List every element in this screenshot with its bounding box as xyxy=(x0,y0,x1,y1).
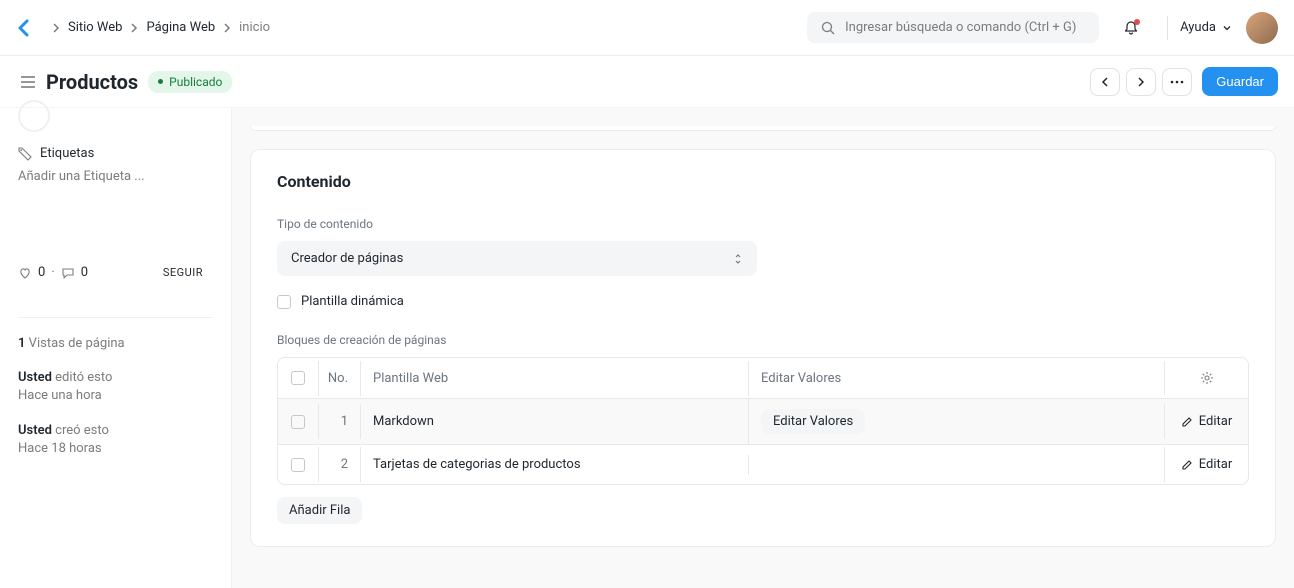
search-placeholder: Ingresar búsqueda o comando (Ctrl + G) xyxy=(845,20,1076,35)
gear-icon xyxy=(1200,371,1214,385)
edit-row-button[interactable]: Editar xyxy=(1164,447,1248,482)
save-button[interactable]: Guardar xyxy=(1202,67,1278,96)
breadcrumb: Sitio Web Página Web inicio xyxy=(46,20,270,35)
dynamic-template-checkbox[interactable] xyxy=(277,295,291,309)
help-label: Ayuda xyxy=(1180,20,1216,35)
status-text: Publicado xyxy=(169,75,222,89)
prev-button[interactable] xyxy=(1090,68,1120,96)
row-template: Tarjetas de categorias de productos xyxy=(360,447,748,482)
row-edit-values-empty xyxy=(748,455,1164,475)
tags-section-label: Etiquetas xyxy=(18,146,213,161)
dot-separator: · xyxy=(51,265,54,280)
chevron-right-icon xyxy=(1136,76,1146,88)
pencil-icon xyxy=(1181,416,1193,428)
like-count: 0 xyxy=(38,265,45,280)
table-row[interactable]: 1 Markdown Editar Valores Editar xyxy=(278,398,1248,444)
row-number: 2 xyxy=(318,447,360,482)
breadcrumb-item-pagina-web[interactable]: Página Web xyxy=(146,20,215,35)
comment-icon[interactable] xyxy=(61,266,75,280)
heart-icon[interactable] xyxy=(18,266,32,280)
sidebar-toggle-button[interactable] xyxy=(16,71,40,93)
section-heading: Contenido xyxy=(277,172,1249,191)
breadcrumb-item-inicio[interactable]: inicio xyxy=(239,20,270,35)
search-input[interactable]: Ingresar búsqueda o comando (Ctrl + G) xyxy=(807,12,1099,43)
table-settings-button[interactable] xyxy=(1164,361,1248,395)
content-type-select[interactable]: Creador de páginas xyxy=(277,241,757,276)
card-stub xyxy=(250,126,1276,131)
select-arrows-icon xyxy=(733,252,743,266)
row-number: 1 xyxy=(318,404,360,439)
notification-dot xyxy=(1134,19,1140,25)
follow-button[interactable]: SEGUIR xyxy=(153,262,213,283)
add-tag-input[interactable]: Añadir una Etiqueta ... xyxy=(18,169,213,184)
content-type-label: Tipo de contenido xyxy=(277,217,1249,231)
notifications-button[interactable] xyxy=(1117,14,1145,42)
divider xyxy=(1167,16,1168,40)
status-dot xyxy=(158,79,163,84)
table-row[interactable]: 2 Tarjetas de categorias de productos Ed… xyxy=(278,444,1248,484)
pageview-count: 1 Vistas de página xyxy=(18,317,213,351)
chevron-right-icon xyxy=(217,22,237,34)
breadcrumb-item-sitio-web[interactable]: Sitio Web xyxy=(68,20,122,35)
more-menu-button[interactable] xyxy=(1162,68,1192,96)
dynamic-template-label: Plantilla dinámica xyxy=(301,294,404,309)
back-logo[interactable] xyxy=(16,18,36,38)
select-all-checkbox[interactable] xyxy=(291,371,305,385)
edit-row-button[interactable]: Editar xyxy=(1164,404,1248,439)
row-checkbox[interactable] xyxy=(291,415,305,429)
col-header-edit-values: Editar Valores xyxy=(748,361,1164,396)
tag-icon xyxy=(18,147,32,161)
activity-entry: Usted creó esto Hace 18 horas xyxy=(18,422,213,457)
chevron-right-icon xyxy=(46,22,66,34)
blocks-table: No. Plantilla Web Editar Valores 1 Markd… xyxy=(277,357,1249,485)
next-button[interactable] xyxy=(1126,68,1156,96)
row-checkbox[interactable] xyxy=(291,458,305,472)
assignee-avatar-placeholder[interactable] xyxy=(18,100,50,132)
chevron-right-icon xyxy=(124,22,144,34)
status-badge: Publicado xyxy=(148,71,232,93)
menu-icon xyxy=(20,75,36,89)
activity-entry: Usted editó esto Hace una hora xyxy=(18,369,213,404)
blocks-label: Bloques de creación de páginas xyxy=(277,333,1249,347)
content-card: Contenido Tipo de contenido Creador de p… xyxy=(250,149,1276,547)
chevron-left-icon xyxy=(1100,76,1110,88)
edit-values-button[interactable]: Editar Valores xyxy=(761,409,865,434)
user-avatar[interactable] xyxy=(1246,12,1278,44)
pencil-icon xyxy=(1181,459,1193,471)
page-title: Productos xyxy=(46,70,138,94)
comment-count: 0 xyxy=(81,265,88,280)
row-template: Markdown xyxy=(360,404,748,439)
col-header-template: Plantilla Web xyxy=(360,361,748,396)
col-header-no: No. xyxy=(318,361,360,396)
add-row-button[interactable]: Añadir Fila xyxy=(277,497,362,524)
help-dropdown[interactable]: Ayuda xyxy=(1180,20,1232,35)
search-icon xyxy=(821,21,835,35)
chevron-down-icon xyxy=(1222,23,1232,33)
content-type-value: Creador de páginas xyxy=(291,251,403,266)
ellipsis-icon xyxy=(1170,80,1184,84)
